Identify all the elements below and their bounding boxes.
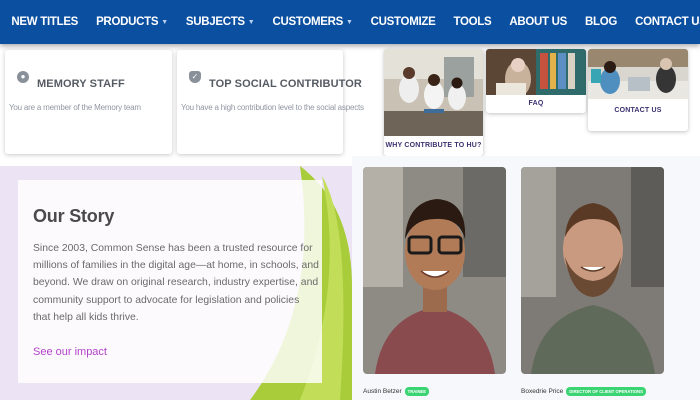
person-role-badge: DIRECTOR OF CLIENT OPERATIONS [566,387,646,396]
nav-item-label: SUBJECTS [185,16,245,28]
top-navigation-bar: NEW TITLES PRODUCTS ▼ SUBJECTS ▼ CUSTOMERS… [0,0,700,44]
person-photo-austin-betzer[interactable] [363,167,506,374]
nav-item-label: BLOG [585,16,618,28]
nav-item-label: CUSTOMIZE [370,16,436,28]
our-story-card: Our Story Since 2003, Common Sense has b… [18,180,322,383]
tile-label: FAQ [528,100,544,107]
nav-item-products[interactable]: PRODUCTS ▼ [96,16,168,28]
nav-item-label: TOOLS [453,16,492,28]
chevron-down-icon: ▼ [161,18,168,26]
nav-item-new-titles[interactable]: NEW TITLES [11,16,78,28]
study-group-photo [588,49,688,99]
memory-badge-icon: ● [17,71,29,83]
nav-item-label: PRODUCTS [96,16,159,28]
tile-label: CONTACT US [614,107,662,114]
nav-item-label: CUSTOMERS [272,16,344,28]
nav-item-label: NEW TITLES [11,16,79,28]
person-role-badge: TRAINEE [404,387,430,396]
story-body: Since 2003, Common Sense has been a trus… [33,243,319,323]
badge-header: ● MEMORY STAFF [17,64,125,90]
chevron-down-icon: ▼ [346,18,353,26]
nav-item-customers[interactable]: CUSTOMERS ▼ [272,16,353,28]
check-shield-icon: ✓ [189,71,201,83]
person-photo-boxedrie-price[interactable] [521,167,664,374]
story-title: Our Story [33,206,115,226]
person-name: Austin Betzer [363,388,402,395]
badge-description: You are a member of the Memory team [9,103,141,112]
badge-header: ✓ TOP SOCIAL CONTRIBUTOR [189,64,362,90]
tile-contact-us[interactable]: CONTACT US [588,49,688,131]
nav-menu: NEW TITLES PRODUCTS ▼ SUBJECTS ▼ CUSTOMERS… [0,16,700,28]
person-meta: Austin Betzer TRAINEE [363,387,430,396]
badge-title: MEMORY STAFF [37,78,125,90]
nav-item-label: ABOUT US [509,16,568,28]
person-meta: Boxedrie Price DIRECTOR OF CLIENT OPERAT… [521,387,646,396]
nav-item-tools[interactable]: TOOLS [453,16,491,28]
nav-item-label: CONTACT US [635,16,700,28]
portrait-photo [363,167,506,374]
badge-description: You have a high contribution level to th… [181,103,364,112]
see-our-impact-link[interactable]: See our impact [33,346,107,358]
badge-card-top-social-contributor: ✓ TOP SOCIAL CONTRIBUTOR You have a high… [177,50,364,154]
person-name: Boxedrie Price [521,388,564,395]
badge-title: TOP SOCIAL CONTRIBUTOR [209,78,362,90]
nav-item-about-us[interactable]: ABOUT US [509,16,567,28]
nav-item-customize[interactable]: CUSTOMIZE [371,16,436,28]
library-reader-photo [486,49,586,95]
portrait-photo [521,167,664,374]
nav-item-subjects[interactable]: SUBJECTS ▼ [186,16,255,28]
nav-item-contact-us[interactable]: CONTACT US [635,16,700,28]
tile-faq[interactable]: FAQ [486,49,586,113]
lab-students-photo [384,49,483,136]
chevron-down-icon: ▼ [247,18,255,26]
badge-card-memory-staff: ● MEMORY STAFF You are a member of the M… [5,50,172,154]
tile-why-contribute[interactable]: WHY CONTRIBUTE TO HU? [384,49,483,156]
nav-item-blog[interactable]: BLOG [585,16,617,28]
tile-label: WHY CONTRIBUTE TO HU? [385,142,482,149]
